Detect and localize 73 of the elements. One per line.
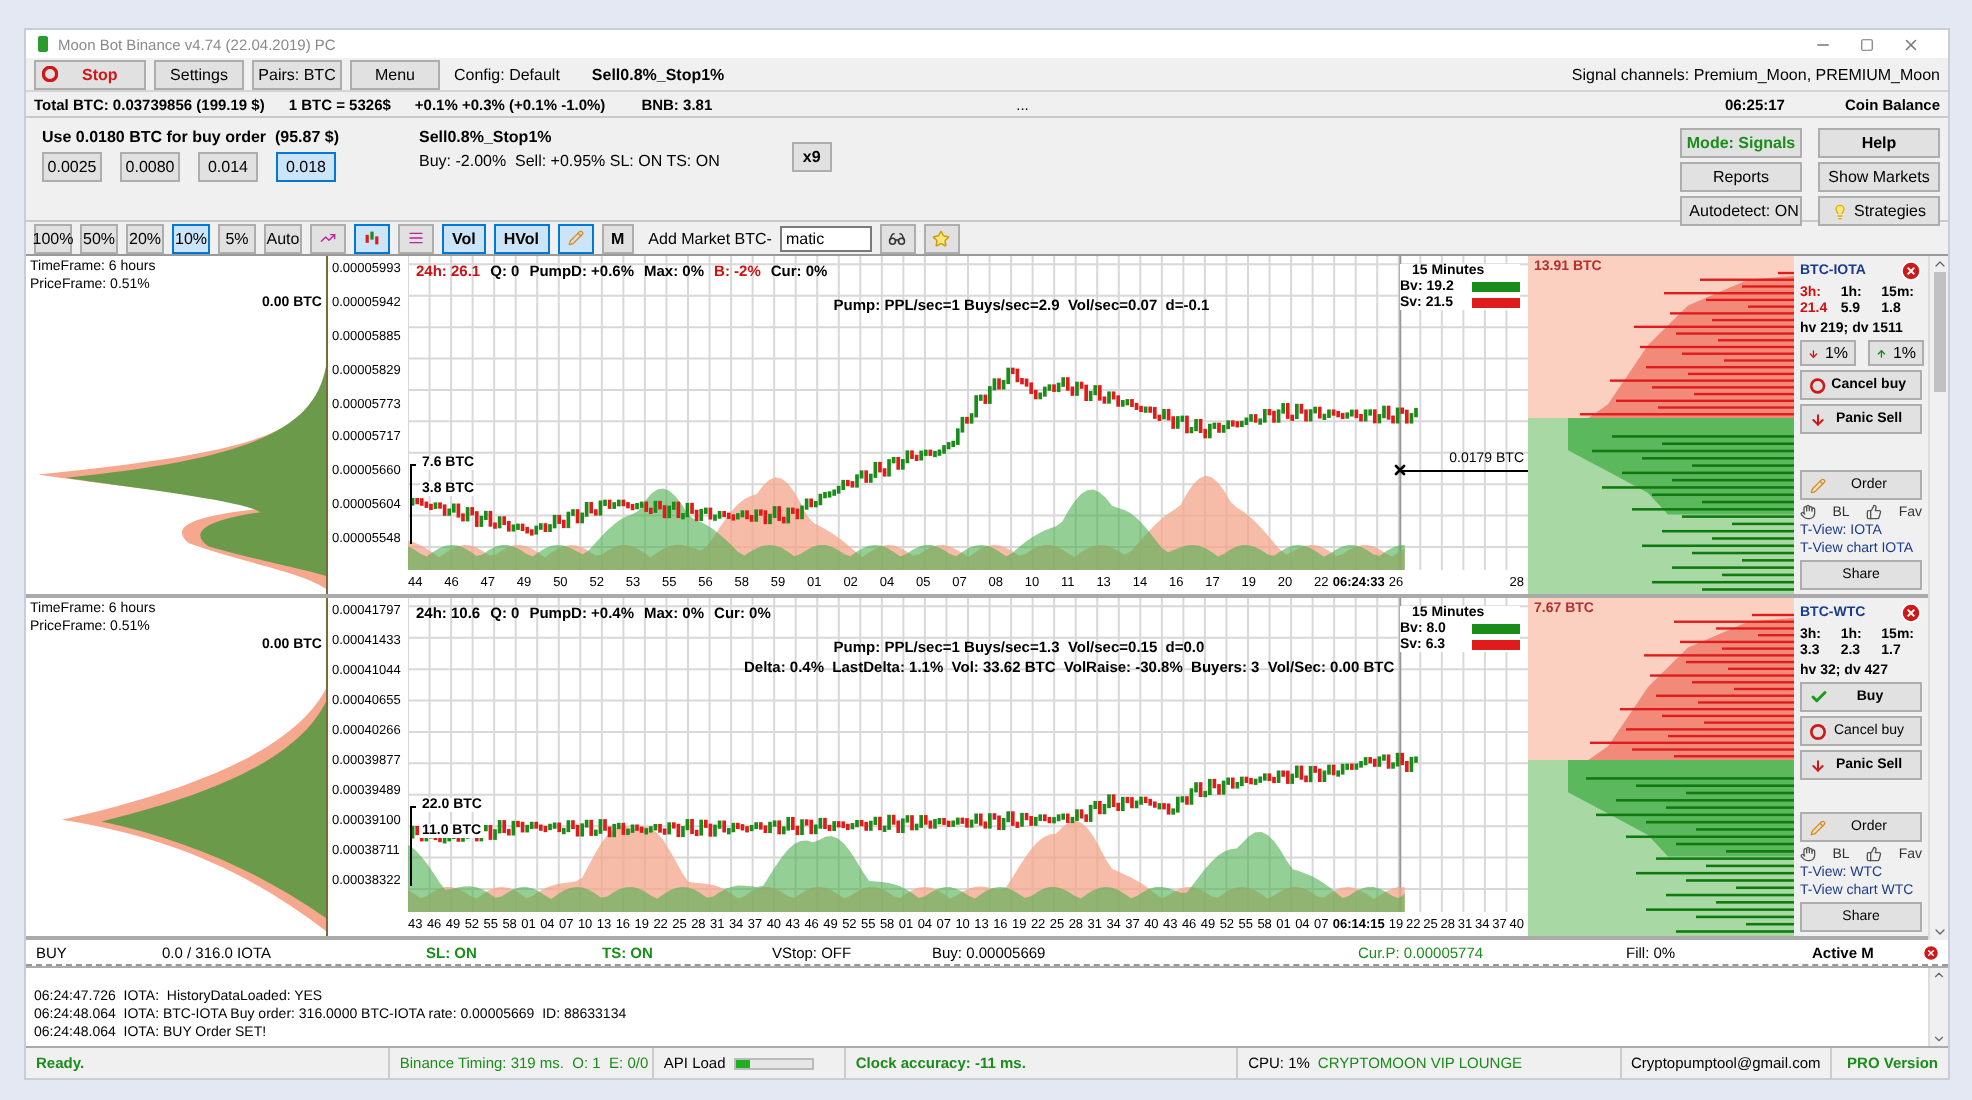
multiplier-button[interactable]: x9: [791, 142, 832, 172]
toolbar-button[interactable]: Menu: [350, 59, 440, 89]
chart-tool-button[interactable]: Vol: [442, 223, 486, 253]
toolbar-button[interactable]: Pairs: BTC: [252, 59, 342, 89]
trend-line-icon: [320, 228, 336, 248]
thumbs-up-icon[interactable]: [1866, 504, 1883, 520]
signal-channels-text: Signal channels: Premium_Moon, PREMIUM_Moon: [1571, 65, 1940, 83]
stop-button[interactable]: Stop: [34, 59, 146, 89]
mode-button[interactable]: Strategies: [1818, 196, 1940, 226]
maximize-icon[interactable]: [1860, 37, 1874, 51]
lines-icon: [408, 228, 424, 248]
scale-button[interactable]: Auto: [264, 223, 302, 253]
chart-tool-button[interactable]: [398, 223, 434, 253]
hand-icon[interactable]: [1800, 846, 1816, 862]
chart-tool-button[interactable]: HVol: [493, 223, 549, 253]
pencil-icon: [567, 228, 583, 248]
down-arrow-icon: [1810, 411, 1826, 427]
check-icon: [1810, 688, 1828, 706]
buy-amount-text: Use 0.0180 BTC for buy order (95.87 $): [42, 128, 339, 146]
config-label: Config: Default: [454, 65, 560, 83]
pencil-icon: [1810, 819, 1826, 835]
hand-icon[interactable]: [1800, 504, 1816, 520]
toolbar-button[interactable]: Settings: [154, 59, 244, 89]
percent-button[interactable]: 1%: [1868, 340, 1924, 366]
down-arrow-icon: [1810, 757, 1826, 773]
scroll-up-icon[interactable]: [1931, 256, 1947, 272]
scroll-thumb[interactable]: [1933, 272, 1945, 392]
strategy-name: Sell0.8%_Stop1%: [419, 128, 554, 146]
glasses-button[interactable]: [879, 223, 916, 253]
amount-button[interactable]: 0.0080: [120, 152, 180, 182]
amount-button[interactable]: 0.018: [276, 152, 336, 182]
mode-button[interactable]: Autodetect: ON: [1680, 196, 1802, 226]
lightbulb-icon: [1831, 203, 1848, 219]
strategy-details: Buy: -2.00% Sell: +0.95% SL: ON TS: ON: [419, 152, 720, 170]
down-arrow-icon: [1808, 345, 1819, 361]
chart-tool-button[interactable]: [557, 223, 593, 253]
chart-tool-button[interactable]: M: [601, 223, 635, 253]
volume-scale-bracket: [410, 464, 416, 544]
ring-icon: [1810, 723, 1826, 739]
scale-button[interactable]: 20%: [126, 223, 164, 253]
ring-icon: [42, 66, 58, 82]
thumbs-up-icon[interactable]: [1866, 846, 1883, 862]
percent-button[interactable]: 1%: [1800, 340, 1856, 366]
chart-tool-button[interactable]: [354, 223, 390, 253]
mode-button[interactable]: Reports: [1680, 162, 1802, 192]
candles-icon: [364, 228, 380, 248]
scale-button[interactable]: 100%: [34, 223, 72, 253]
scroll-down-icon[interactable]: [1931, 924, 1947, 940]
market-input[interactable]: matic: [779, 225, 872, 251]
scale-button[interactable]: 50%: [80, 223, 118, 253]
pencil-icon: [1810, 477, 1826, 493]
mode-button[interactable]: Show Markets: [1818, 162, 1940, 192]
sell-volume-bar: [1472, 640, 1520, 650]
close-icon[interactable]: [1902, 35, 1920, 53]
ring-icon: [1810, 377, 1826, 393]
scale-button[interactable]: 5%: [218, 223, 256, 253]
scale-button[interactable]: 10%: [172, 223, 210, 253]
app-icon: [38, 36, 48, 52]
mode-button[interactable]: Help: [1818, 128, 1940, 158]
buy-volume-bar: [1472, 282, 1520, 292]
scroll-up-icon[interactable]: [1932, 968, 1946, 982]
sell-volume-bar: [1472, 298, 1520, 308]
scroll-down-icon[interactable]: [1932, 1032, 1946, 1046]
up-arrow-icon: [1876, 345, 1887, 361]
config-value: Sell0.8%_Stop1%: [591, 65, 725, 83]
volume-scale-bracket: [410, 806, 416, 886]
star-icon: [932, 229, 951, 247]
amount-button[interactable]: 0.014: [198, 152, 258, 182]
chart-tool-button[interactable]: [310, 223, 346, 253]
buy-volume-bar: [1472, 624, 1520, 634]
amount-button[interactable]: 0.0025: [42, 152, 102, 182]
glasses-icon: [888, 229, 907, 247]
add-market-label: Add Market BTC-: [648, 229, 772, 247]
